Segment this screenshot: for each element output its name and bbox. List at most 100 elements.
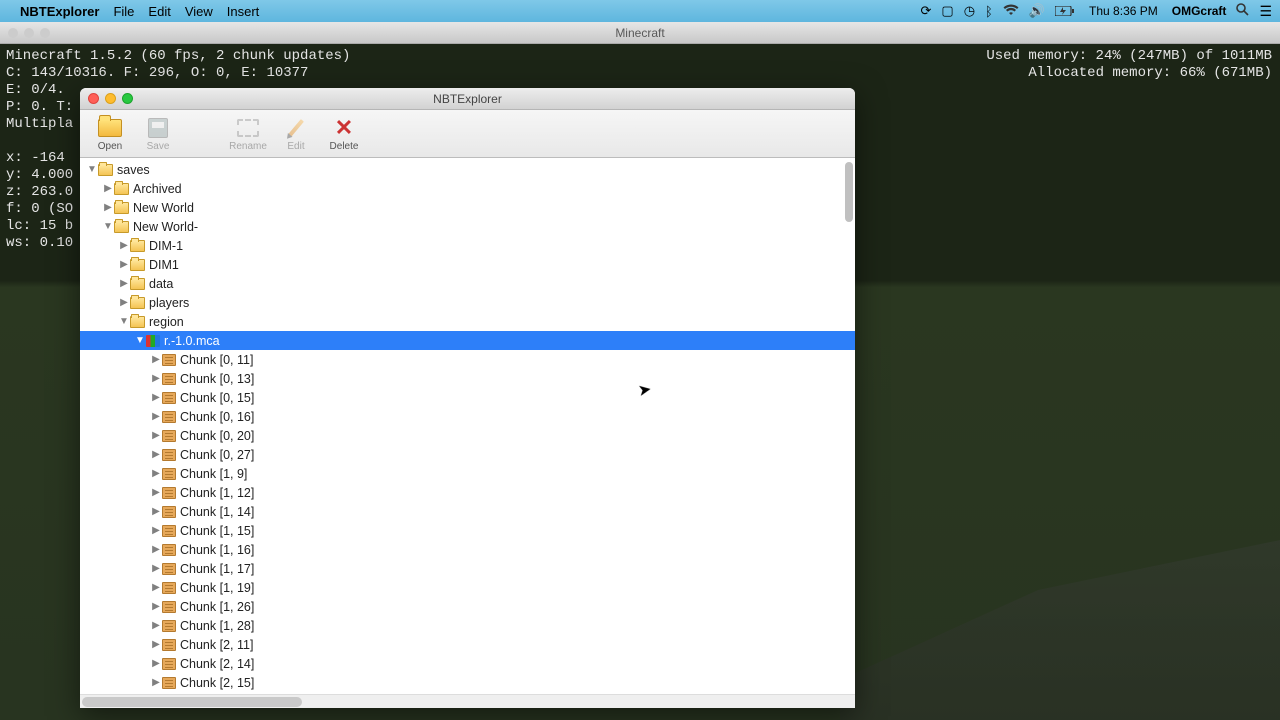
disclosure-closed-icon[interactable]: ▶ xyxy=(150,354,162,365)
disclosure-closed-icon[interactable]: ▶ xyxy=(118,259,130,270)
disclosure-closed-icon[interactable]: ▶ xyxy=(150,639,162,650)
chunk-icon xyxy=(162,601,176,613)
tree-row[interactable]: ▶Chunk [1, 15] xyxy=(80,521,855,540)
tree-row[interactable]: ▶Chunk [1, 19] xyxy=(80,578,855,597)
timemachine-icon[interactable]: ◷ xyxy=(964,3,975,19)
delete-button[interactable]: ✕ Delete xyxy=(322,115,366,152)
edit-button[interactable]: Edit xyxy=(274,115,318,152)
tree-item-label: Chunk [0, 27] xyxy=(180,448,254,462)
disclosure-closed-icon[interactable]: ▶ xyxy=(118,240,130,251)
disclosure-closed-icon[interactable]: ▶ xyxy=(150,544,162,555)
tree-row[interactable]: ▶Chunk [1, 12] xyxy=(80,483,855,502)
tree-row[interactable]: ▶Chunk [1, 9] xyxy=(80,464,855,483)
tree-row[interactable]: ▶Chunk [1, 14] xyxy=(80,502,855,521)
folder-icon xyxy=(114,202,129,214)
spotlight-icon[interactable] xyxy=(1236,3,1249,19)
tree-row[interactable]: ▶ Chunk [2, 11] xyxy=(80,635,855,654)
nbtexplorer-titlebar[interactable]: NBTExplorer xyxy=(80,88,855,110)
folder-icon xyxy=(130,297,145,309)
tree-row[interactable]: ▶ Chunk [0, 27] xyxy=(80,445,855,464)
battery-icon[interactable] xyxy=(1055,4,1075,19)
horizontal-scrollbar[interactable] xyxy=(80,694,855,708)
disclosure-closed-icon[interactable]: ▶ xyxy=(150,392,162,403)
disclosure-closed-icon[interactable]: ▶ xyxy=(118,297,130,308)
chunk-icon xyxy=(162,487,176,499)
menu-file[interactable]: File xyxy=(113,4,134,19)
disclosure-closed-icon[interactable]: ▶ xyxy=(118,278,130,289)
disclosure-open-icon[interactable]: ▼ xyxy=(102,221,114,232)
menubar-user[interactable]: OMGcraft xyxy=(1172,4,1227,18)
disclosure-open-icon[interactable]: ▼ xyxy=(86,164,98,175)
tree-item-label: New World xyxy=(133,201,194,215)
tree-row[interactable]: ▶Chunk [0, 13] xyxy=(80,369,855,388)
minimize-button[interactable] xyxy=(105,93,116,104)
chunk-icon xyxy=(162,373,176,385)
vertical-scrollbar[interactable] xyxy=(845,162,853,222)
disclosure-closed-icon[interactable]: ▶ xyxy=(150,411,162,422)
open-button[interactable]: Open xyxy=(88,115,132,152)
tree-row[interactable]: ▶ data xyxy=(80,274,855,293)
tree-row[interactable]: ▶Chunk [1, 17] xyxy=(80,559,855,578)
tree-row[interactable]: ▼region xyxy=(80,312,855,331)
disclosure-closed-icon[interactable]: ▶ xyxy=(102,183,114,194)
tree-row[interactable]: ▼r.-1.0.mca xyxy=(80,331,855,350)
tree-row[interactable]: ▶DIM1 xyxy=(80,255,855,274)
disclosure-closed-icon[interactable]: ▶ xyxy=(150,468,162,479)
menu-insert[interactable]: Insert xyxy=(227,4,260,19)
disclosure-closed-icon[interactable]: ▶ xyxy=(150,601,162,612)
delete-x-icon: ✕ xyxy=(335,117,353,139)
disclosure-closed-icon[interactable]: ▶ xyxy=(150,506,162,517)
disclosure-closed-icon[interactable]: ▶ xyxy=(150,449,162,460)
disclosure-closed-icon[interactable]: ▶ xyxy=(150,563,162,574)
tree-row[interactable]: ▶ Archived xyxy=(80,179,855,198)
disclosure-open-icon[interactable]: ▼ xyxy=(134,335,146,346)
bluetooth-icon[interactable]: ᛒ xyxy=(985,4,993,19)
menubar-appname[interactable]: NBTExplorer xyxy=(20,4,99,19)
tree-item-label: Chunk [1, 16] xyxy=(180,543,254,557)
notification-icon[interactable]: ☰ xyxy=(1259,3,1272,20)
tree-row[interactable]: ▶Chunk [2, 14] xyxy=(80,654,855,673)
disclosure-closed-icon[interactable]: ▶ xyxy=(150,677,162,688)
tree-item-label: Archived xyxy=(133,182,182,196)
close-button[interactable] xyxy=(88,93,99,104)
chunk-icon xyxy=(162,411,176,423)
disclosure-closed-icon[interactable]: ▶ xyxy=(150,373,162,384)
tree-row[interactable]: ▼saves xyxy=(80,160,855,179)
wifi-icon[interactable] xyxy=(1003,4,1019,19)
tree-row[interactable]: ▶Chunk [0, 11] xyxy=(80,350,855,369)
disclosure-closed-icon[interactable]: ▶ xyxy=(150,525,162,536)
save-button[interactable]: Save xyxy=(136,115,180,152)
disclosure-closed-icon[interactable]: ▶ xyxy=(150,430,162,441)
tree-row[interactable]: ▶ New World xyxy=(80,198,855,217)
folder-icon xyxy=(130,316,145,328)
volume-icon[interactable]: 🔊 xyxy=(1029,3,1045,19)
minecraft-traffic-lights[interactable] xyxy=(8,28,50,38)
menu-edit[interactable]: Edit xyxy=(148,4,170,19)
menu-view[interactable]: View xyxy=(185,4,213,19)
tree-item-label: data xyxy=(149,277,173,291)
menubar-clock[interactable]: Thu 8:36 PM xyxy=(1089,4,1158,18)
rename-button[interactable]: Rename xyxy=(226,115,270,152)
tree-item-label: Chunk [2, 11] xyxy=(180,638,253,652)
tree-row[interactable]: ▶Chunk [0, 16] xyxy=(80,407,855,426)
disclosure-open-icon[interactable]: ▼ xyxy=(118,316,130,327)
nbt-tree[interactable]: ▼saves▶Archived▶New World▼New World-▶DIM… xyxy=(80,158,855,694)
tree-row[interactable]: ▶Chunk [1, 28] xyxy=(80,616,855,635)
disclosure-closed-icon[interactable]: ▶ xyxy=(150,582,162,593)
disclosure-closed-icon[interactable]: ▶ xyxy=(150,620,162,631)
tree-row[interactable]: ▶ Chunk [1, 16] xyxy=(80,540,855,559)
airplay-icon[interactable]: ▢ xyxy=(941,3,953,19)
disclosure-closed-icon[interactable]: ▶ xyxy=(150,658,162,669)
zoom-button[interactable] xyxy=(122,93,133,104)
tree-row[interactable]: ▶Chunk [0, 20] xyxy=(80,426,855,445)
disclosure-closed-icon[interactable]: ▶ xyxy=(102,202,114,213)
rename-icon xyxy=(237,119,259,137)
tree-row[interactable]: ▶players xyxy=(80,293,855,312)
tree-row[interactable]: ▶Chunk [1, 26] xyxy=(80,597,855,616)
tree-row[interactable]: ▶Chunk [2, 15] xyxy=(80,673,855,692)
tree-row[interactable]: ▶DIM-1 xyxy=(80,236,855,255)
tree-row[interactable]: ▼New World- xyxy=(80,217,855,236)
sync-icon[interactable]: ⟳ xyxy=(921,3,932,19)
disclosure-closed-icon[interactable]: ▶ xyxy=(150,487,162,498)
tree-row[interactable]: ▶Chunk [0, 15] xyxy=(80,388,855,407)
